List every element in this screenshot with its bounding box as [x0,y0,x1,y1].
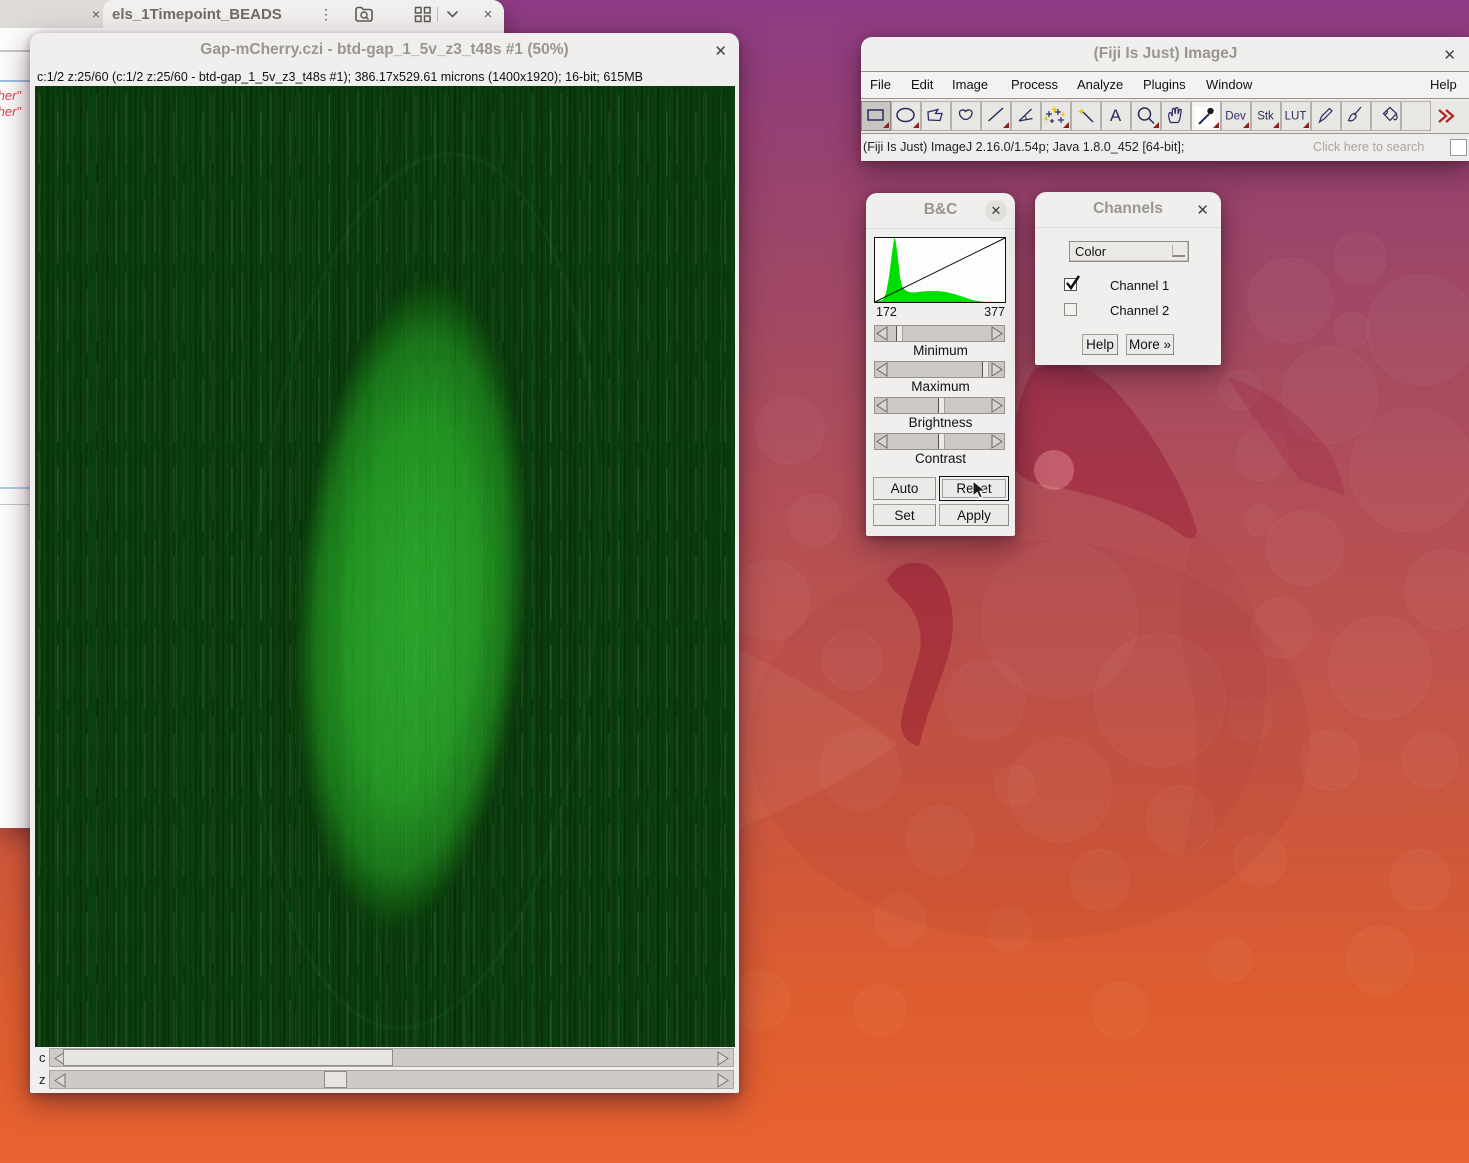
svg-text:A: A [1110,106,1122,125]
svg-text:LUT: LUT [1285,111,1307,123]
svg-text:Stk: Stk [1257,111,1274,123]
svg-text:Dev: Dev [1225,111,1246,123]
